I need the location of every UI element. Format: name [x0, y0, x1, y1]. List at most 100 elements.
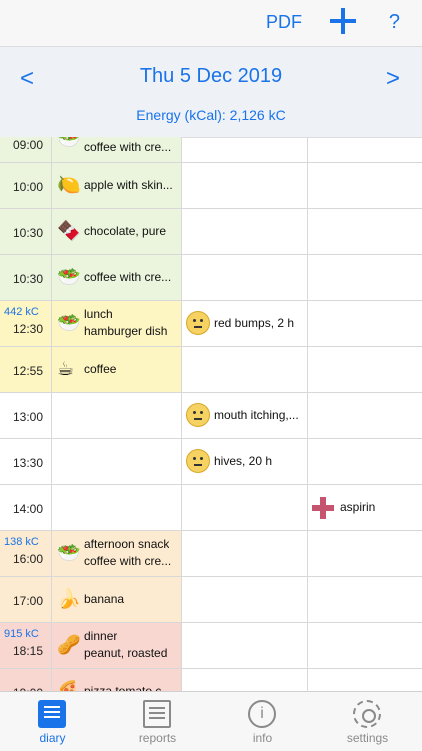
- medication-cell[interactable]: [308, 163, 422, 208]
- gear-icon: [353, 700, 381, 728]
- medication-cell[interactable]: [308, 393, 422, 438]
- diary-row[interactable]: 10:30 🍫 chocolate, pure: [0, 209, 422, 255]
- symptom-cell[interactable]: [182, 347, 308, 392]
- diary-row[interactable]: 14:00 aspirin: [0, 485, 422, 531]
- meal-kcal: 442 kC: [4, 306, 39, 318]
- food-cell[interactable]: 🥗 lunch hamburger dish: [52, 301, 182, 346]
- symptom-name: hives, 20 h: [214, 454, 273, 468]
- food-icon: 🥗: [57, 543, 81, 564]
- tab-label: reports: [138, 731, 177, 745]
- diary-row[interactable]: 17:00 🍌 banana: [0, 577, 422, 623]
- symptom-cell[interactable]: [182, 137, 308, 162]
- diary-row[interactable]: 138 kC 16:00 🥗 afternoon snack coffee with c…: [0, 531, 422, 577]
- diary-row[interactable]: 13:30 hives, 20 h: [0, 439, 422, 485]
- food-name: coffee with cre...: [84, 554, 172, 568]
- symptom-cell[interactable]: red bumps, 2 h: [182, 301, 308, 346]
- entry-time: 10:30: [12, 226, 43, 240]
- symptom-cell[interactable]: [182, 577, 308, 622]
- time-cell: 12:55: [0, 347, 52, 392]
- food-cell[interactable]: 🥗 afternoon snack coffee with cre...: [52, 531, 182, 576]
- medication-cell[interactable]: [308, 531, 422, 576]
- symptom-cell[interactable]: hives, 20 h: [182, 439, 308, 484]
- food-icon: 🍫: [57, 221, 81, 242]
- medication-cross-icon: [312, 497, 334, 519]
- diary-row[interactable]: 915 kC 18:15 🥜 dinner peanut, roasted: [0, 623, 422, 669]
- reports-icon: [143, 700, 171, 728]
- diary-row[interactable]: 10:30 🥗 coffee with cre...: [0, 255, 422, 301]
- food-cell[interactable]: 🍕pizza tomato c...: [52, 669, 182, 691]
- date-header: < Thu 5 Dec 2019 > Energy (kCal): 2,126 …: [0, 46, 422, 138]
- pdf-button[interactable]: PDF: [266, 12, 302, 33]
- diary-row[interactable]: 10:00 🍋 apple with skin...: [0, 163, 422, 209]
- entry-time: 18:15: [12, 644, 43, 658]
- medication-cell[interactable]: [308, 137, 422, 162]
- food-icon: 🥜: [57, 635, 81, 656]
- tab-label: settings: [346, 731, 389, 745]
- symptom-cell[interactable]: [182, 255, 308, 300]
- symptom-cell[interactable]: [182, 485, 308, 530]
- next-day-button[interactable]: >: [386, 65, 400, 93]
- time-cell: 138 kC 16:00: [0, 531, 52, 576]
- medication-cell[interactable]: [308, 623, 422, 668]
- medication-cell[interactable]: aspirin: [308, 485, 422, 530]
- food-icon: 🍌: [57, 589, 81, 610]
- symptom-cell[interactable]: mouth itching,...: [182, 393, 308, 438]
- diary-row[interactable]: 13:00 mouth itching,...: [0, 393, 422, 439]
- medication-cell[interactable]: [308, 577, 422, 622]
- tab-settings[interactable]: settings: [315, 692, 420, 751]
- time-cell: 442 kC 12:30: [0, 301, 52, 346]
- medication-cell[interactable]: [308, 439, 422, 484]
- food-cell[interactable]: ☕ coffee: [52, 347, 182, 392]
- entry-time: 16:00: [12, 552, 43, 566]
- medication-cell[interactable]: [308, 209, 422, 254]
- medication-cell[interactable]: [308, 669, 422, 691]
- food-name: coffee with cre...: [84, 140, 172, 154]
- diary-row[interactable]: 19:00🍕pizza tomato c...: [0, 669, 422, 691]
- food-cell[interactable]: 🍫 chocolate, pure: [52, 209, 182, 254]
- tab-diary[interactable]: diary: [0, 692, 105, 751]
- diary-row[interactable]: 442 kC 12:30 🥗 lunch hamburger dish red bumps…: [0, 301, 422, 347]
- tab-reports[interactable]: reports: [105, 692, 210, 751]
- food-name: peanut, roasted: [84, 646, 168, 660]
- medication-cell[interactable]: [308, 255, 422, 300]
- meal-name: dinner: [84, 629, 118, 643]
- food-cell[interactable]: [52, 393, 182, 438]
- medication-cell[interactable]: [308, 347, 422, 392]
- food-cell[interactable]: 🥗morning snackcoffee with cre...: [52, 137, 182, 162]
- symptom-cell[interactable]: [182, 669, 308, 691]
- tab-label: info: [252, 731, 273, 745]
- entry-time: 13:30: [12, 456, 43, 470]
- time-cell: 212 kC09:00: [0, 137, 52, 162]
- food-cell[interactable]: [52, 439, 182, 484]
- food-icon: 🥗: [57, 137, 81, 150]
- food-cell[interactable]: 🥜 dinner peanut, roasted: [52, 623, 182, 668]
- symptom-cell[interactable]: [182, 623, 308, 668]
- medication-cell[interactable]: [308, 301, 422, 346]
- time-cell: 17:00: [0, 577, 52, 622]
- food-cell[interactable]: 🍌 banana: [52, 577, 182, 622]
- current-date: Thu 5 Dec 2019: [139, 65, 283, 87]
- symptom-cell[interactable]: [182, 163, 308, 208]
- help-button[interactable]: ?: [389, 11, 400, 34]
- time-cell: 13:30: [0, 439, 52, 484]
- food-cell[interactable]: [52, 485, 182, 530]
- food-name: apple with skin...: [84, 178, 173, 192]
- food-cell[interactable]: 🍋 apple with skin...: [52, 163, 182, 208]
- food-name: coffee with cre...: [84, 270, 172, 284]
- food-icon: 🍕: [57, 680, 81, 691]
- food-cell[interactable]: 🥗 coffee with cre...: [52, 255, 182, 300]
- meal-kcal: 915 kC: [4, 628, 39, 640]
- food-icon: 🍋: [57, 175, 81, 196]
- diary-row[interactable]: 12:55 ☕ coffee: [0, 347, 422, 393]
- symptom-cell[interactable]: [182, 209, 308, 254]
- food-icon: ☕: [57, 359, 75, 380]
- food-name: hamburger dish: [84, 324, 168, 338]
- tab-label: diary: [39, 731, 66, 745]
- symptom-cell[interactable]: [182, 531, 308, 576]
- tab-info[interactable]: info: [210, 692, 315, 751]
- symptom-face-icon: [186, 403, 210, 427]
- diary-row[interactable]: 212 kC09:00🥗morning snackcoffee with cre…: [0, 137, 422, 163]
- add-icon[interactable]: [330, 8, 356, 34]
- food-name: coffee: [84, 362, 117, 376]
- entry-time: 17:00: [12, 594, 43, 608]
